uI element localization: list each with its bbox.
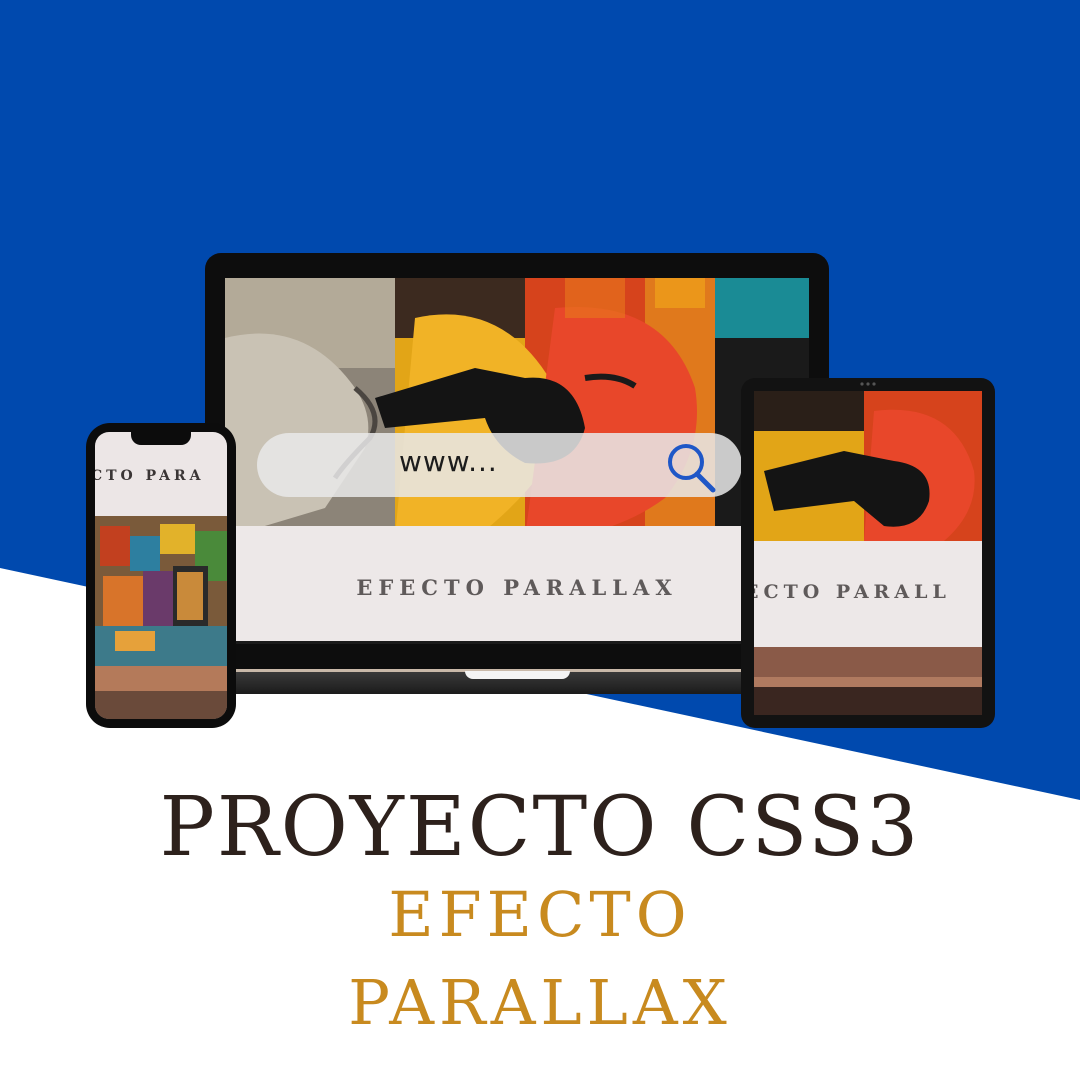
tablet-title-band: ECTO PARALL	[754, 541, 982, 647]
phone-title-text: CTO PARA	[95, 468, 205, 484]
phone-mockup: CTO PARA	[86, 423, 236, 728]
main-title: PROYECTO CSS3	[159, 780, 921, 875]
subtitle-line-1: EFECTO	[388, 878, 692, 951]
laptop-band-text: EFECTO PARALLAX	[356, 575, 678, 600]
laptop-title-band: EFECTO PARALLAX	[225, 526, 809, 641]
phone-screen: CTO PARA	[95, 432, 227, 719]
tablet-mockup: ECTO PARALL	[741, 378, 995, 728]
phone-graffiti-image	[95, 516, 227, 719]
search-input-text[interactable]: www...	[399, 445, 498, 478]
tablet-band-text: ECTO PARALL	[754, 581, 951, 603]
search-bar[interactable]: www...	[257, 433, 742, 497]
phone-notch	[131, 432, 191, 445]
search-icon[interactable]	[663, 439, 719, 495]
tablet-camera	[860, 382, 876, 386]
tablet-screen: ECTO PARALL	[754, 391, 982, 715]
laptop-notch	[465, 671, 570, 679]
subtitle-line-2: PARALLAX	[348, 966, 732, 1039]
